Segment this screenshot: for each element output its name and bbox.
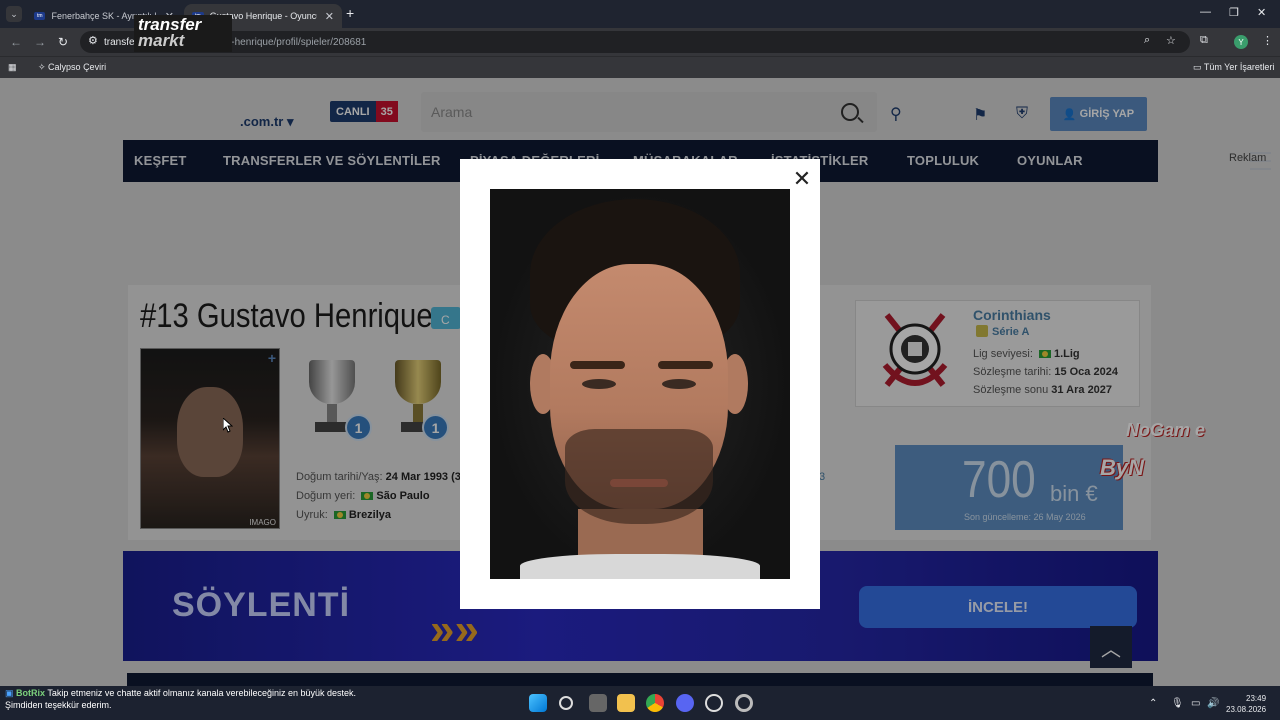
photo-brow (570, 361, 625, 369)
photo-brow (658, 361, 713, 369)
restore-icon[interactable]: ❐ (1229, 6, 1239, 19)
search-taskbar-icon[interactable] (559, 696, 573, 710)
apps-grid-icon[interactable]: ▦ (8, 62, 17, 73)
volume-icon[interactable]: 🔊 (1207, 698, 1219, 709)
enlarged-player-photo (490, 189, 790, 579)
minimize-icon[interactable]: — (1200, 6, 1211, 18)
close-tab-icon[interactable]: ✕ (325, 10, 334, 23)
forward-icon[interactable]: → (34, 35, 46, 49)
microphone-icon[interactable]: 🎙 (1171, 698, 1184, 709)
discord-icon[interactable] (676, 694, 694, 712)
bookmark-star-icon[interactable]: ☆ (1166, 34, 1176, 47)
transfermarkt-logo[interactable]: transfer markt (134, 15, 232, 52)
tray-chevron-icon[interactable]: ⌃ (1149, 698, 1157, 709)
system-clock[interactable]: 23:49 23.08.2026 (1226, 693, 1266, 715)
transfermarkt-favicon-icon: tm (34, 12, 46, 20)
obs-icon[interactable] (735, 694, 753, 712)
network-icon[interactable]: ▭ (1191, 698, 1200, 709)
menu-dots-icon[interactable]: ⋮ (1262, 34, 1273, 47)
clock-time: 23:49 (1246, 694, 1267, 703)
bot-icon: ▣ (5, 688, 14, 698)
bot-name: BotRix (16, 688, 46, 698)
app-icon[interactable] (705, 694, 723, 712)
profile-avatar[interactable]: Y (1234, 35, 1248, 49)
file-explorer-icon[interactable] (617, 694, 635, 712)
chrome-icon[interactable] (646, 694, 664, 712)
chat-line-1: Takip etmeniz ve chatte aktif olmanız ka… (47, 688, 357, 698)
zoom-icon[interactable]: ⌕ (1144, 34, 1150, 47)
photo-shirt (520, 554, 760, 579)
windows-taskbar: ▣ BotRix Takip etmeniz ve chatte aktif o… (0, 686, 1280, 720)
start-icon[interactable] (529, 694, 547, 712)
chat-line-2: Şimdiden teşekkür ederim. (5, 700, 112, 710)
photo-mouth (610, 479, 668, 487)
close-icon[interactable]: ✕ (792, 168, 812, 190)
photo-beard (565, 429, 713, 524)
back-icon[interactable]: ← (10, 35, 22, 49)
site-info-icon[interactable]: ⚙ (88, 34, 98, 47)
bookmark-calypso[interactable]: ✧ Calypso Çeviri (38, 62, 106, 73)
bookmark-label: Calypso Çeviri (48, 62, 107, 72)
reload-icon[interactable]: ↻ (58, 35, 68, 49)
stream-chat-overlay: ▣ BotRix Takip etmeniz ve chatte aktif o… (5, 687, 356, 711)
bookmark-label: Tüm Yer İşaretleri (1203, 62, 1275, 72)
extensions-icon[interactable]: ⧉ (1200, 34, 1208, 47)
task-view-icon[interactable] (589, 694, 607, 712)
all-bookmarks[interactable]: ▭ Tüm Yer İşaretleri (1193, 62, 1274, 73)
new-tab-icon[interactable]: + (346, 5, 354, 21)
mouse-cursor-icon (223, 418, 233, 433)
close-window-icon[interactable]: ✕ (1257, 6, 1266, 19)
photo-eye (662, 379, 696, 389)
photo-eye (582, 379, 616, 389)
clock-date: 23.08.2026 (1226, 705, 1267, 714)
url-input[interactable]: transfermarkt.com.tr/gustavo-henrique/pr… (80, 31, 1190, 53)
tab-search-chevron-icon[interactable]: ⌄ (6, 6, 22, 22)
logo-bottom: markt (138, 31, 185, 50)
bookmarks-bar: ▦ ✧ Calypso Çeviri ▭ Tüm Yer İşaretleri (0, 56, 1280, 78)
